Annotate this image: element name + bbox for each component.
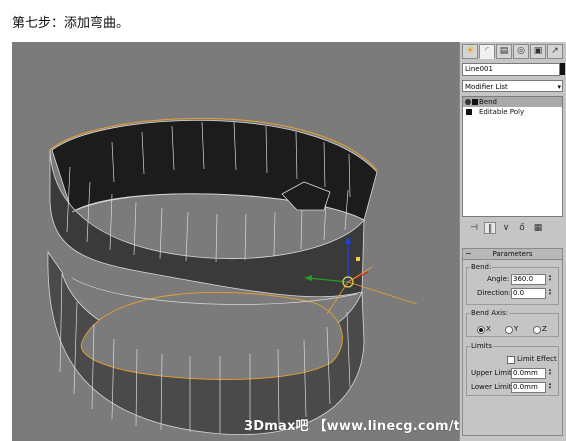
collapse-icon: − (465, 249, 472, 258)
lower-limit-label: Lower Limit: (471, 383, 514, 391)
step-caption: 第七步：添加弯曲。 (12, 16, 130, 31)
bend-axis-group-label: Bend Axis: (470, 308, 510, 318)
ring-lower-inner (80, 291, 343, 380)
motion-icon[interactable]: ◎ (513, 44, 529, 59)
app-screenshot: 3Dmax吧 【www.linecg.com/tieba/1771】 ☀ ◜ ▤… (12, 42, 566, 441)
spinner-arrows-icon[interactable]: ▴ ▾ (547, 288, 553, 297)
axis-x-label: X (486, 325, 491, 333)
upper-limit-label: Upper Limit: (471, 369, 515, 377)
command-panel-tabs: ☀ ◜ ▤ ◎ ▣ ↗ (462, 44, 563, 60)
make-unique-icon[interactable]: ∨ (500, 222, 512, 234)
object-color-swatch[interactable] (560, 63, 565, 75)
parameters-rollout-header[interactable]: − Parameters (463, 249, 562, 260)
bend-group-label: Bend: (470, 262, 493, 272)
direction-spinner[interactable]: 0.0 (511, 288, 546, 299)
ring-upper-back (51, 120, 378, 221)
axis-z-radio[interactable] (533, 326, 541, 334)
lower-limit-spinner[interactable]: 0.0mm (511, 382, 546, 393)
chevron-down-icon: ▾ (557, 83, 561, 91)
axis-y-radio[interactable] (505, 326, 513, 334)
spinner-arrows-icon[interactable]: ▴ ▾ (547, 382, 553, 391)
object-name-row: Line001 (462, 63, 565, 76)
axis-z-label: Z (542, 325, 547, 333)
display-icon[interactable]: ▣ (530, 44, 546, 59)
utilities-icon[interactable]: ↗ (547, 44, 563, 59)
bend-axis-group: Bend Axis: X Y Z (466, 308, 559, 337)
spinner-arrows-icon[interactable]: ▴ ▾ (547, 274, 553, 283)
sun-icon[interactable]: ☀ (462, 44, 478, 59)
command-panel: ☀ ◜ ▤ ◎ ▣ ↗ Line001 Modifier List ▾ Bend… (459, 42, 566, 441)
hierarchy-icon[interactable]: ▤ (496, 44, 512, 59)
angle-spinner[interactable]: 360.0 (511, 274, 546, 285)
show-end-result-icon[interactable]: ∥ (484, 222, 496, 234)
configure-modifier-sets-icon[interactable]: ▦ (532, 222, 544, 234)
limit-effect-label: Limit Effect (517, 355, 557, 363)
modifier-list-label: Modifier List (465, 83, 508, 91)
remove-modifier-icon[interactable]: ő (516, 222, 528, 234)
axis-x-radio[interactable] (477, 326, 485, 334)
expand-icon[interactable] (472, 99, 478, 105)
limits-group: Limits Limit Effect Upper Limit: 0.0mm ▴… (466, 341, 559, 396)
parameters-rollout: − Parameters Bend: Angle: 360.0 ▴ ▾ Direc… (462, 248, 563, 436)
modifier-stack[interactable]: Bend Editable Poly (462, 96, 563, 217)
axis-y-label: Y (514, 325, 519, 333)
object-name-field[interactable]: Line001 (462, 63, 560, 76)
angle-label: Angle: (487, 275, 510, 283)
lightbulb-icon[interactable] (465, 99, 471, 105)
stack-item-label: Bend (479, 98, 497, 106)
stack-item-bend[interactable]: Bend (463, 97, 562, 107)
stack-item-label: Editable Poly (479, 108, 525, 116)
spinner-arrows-icon[interactable]: ▴ ▾ (547, 368, 553, 377)
rollout-title: Parameters (492, 250, 533, 258)
perspective-viewport[interactable]: 3Dmax吧 【www.linecg.com/tieba/1771】 (12, 42, 547, 441)
limits-group-label: Limits (470, 341, 493, 351)
shape-icon[interactable]: ◜ (479, 44, 495, 59)
expand-icon[interactable] (466, 109, 472, 115)
stack-toolbar: ⊣ ∥ ∨ ő ▦ (462, 222, 563, 238)
direction-label: Direction: (477, 289, 511, 297)
upper-limit-spinner[interactable]: 0.0mm (511, 368, 546, 379)
viewport-canvas[interactable] (12, 42, 459, 441)
modifier-list-dropdown[interactable]: Modifier List ▾ (462, 80, 563, 92)
stack-item-editable-poly[interactable]: Editable Poly (463, 107, 562, 117)
pin-stack-icon[interactable]: ⊣ (468, 222, 480, 234)
limit-effect-checkbox[interactable] (507, 356, 515, 364)
bend-group: Bend: Angle: 360.0 ▴ ▾ Direction: 0.0 ▴ ▾ (466, 262, 559, 305)
